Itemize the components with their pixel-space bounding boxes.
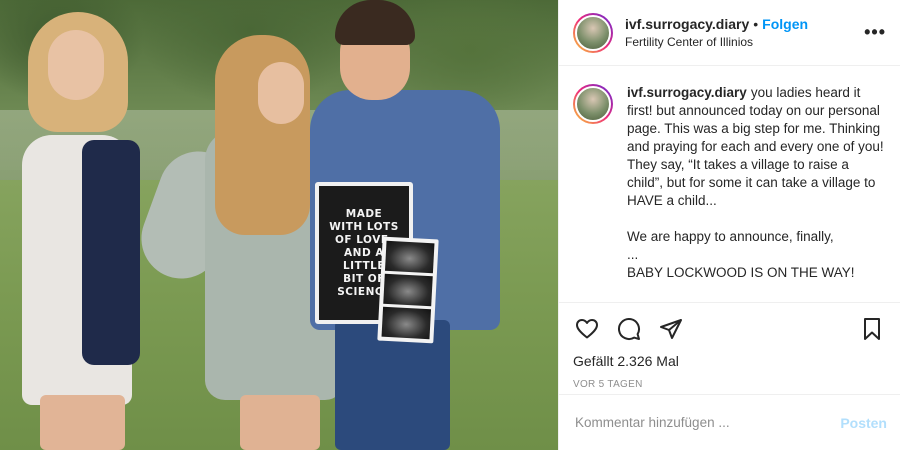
- avatar-image: [575, 14, 611, 51]
- comment-box: Posten: [559, 394, 900, 450]
- actions-section: Gefällt 2.326 Mal VOR 5 TAGEN: [559, 302, 900, 390]
- person-left-cardigan: [82, 140, 140, 365]
- post-photo[interactable]: MADE WITH LOTS OF LOVE, AND A LITTLE BIT…: [0, 0, 558, 450]
- avatar[interactable]: [573, 12, 613, 53]
- board-line: WITH LOTS: [329, 220, 399, 233]
- header-text: ivf.surrogacy.diary • Folgen Fertility C…: [625, 16, 864, 49]
- board-line: BIT OF: [343, 272, 385, 285]
- separator-dot: •: [753, 16, 759, 32]
- caption-text: ivf.surrogacy.diary you ladies heard it f…: [627, 84, 886, 302]
- board-line: MADE: [345, 207, 383, 220]
- ultrasound-frame: [384, 240, 435, 274]
- person-left-face: [48, 30, 104, 100]
- more-options-icon[interactable]: •••: [864, 22, 886, 43]
- caption-username[interactable]: ivf.surrogacy.diary: [627, 85, 747, 100]
- person-middle-face: [258, 62, 304, 124]
- board-line: AND A: [344, 246, 384, 259]
- post-comment-button[interactable]: Posten: [840, 415, 887, 431]
- header-top: ivf.surrogacy.diary • Folgen: [625, 16, 864, 32]
- action-bar: [573, 313, 886, 345]
- post-sidebar: ivf.surrogacy.diary • Folgen Fertility C…: [558, 0, 900, 450]
- post-timestamp[interactable]: VOR 5 TAGEN: [573, 379, 886, 390]
- ultrasound-frame: [381, 306, 432, 340]
- post-header: ivf.surrogacy.diary • Folgen Fertility C…: [559, 0, 900, 66]
- avatar-image: [575, 86, 611, 122]
- username-link[interactable]: ivf.surrogacy.diary: [625, 16, 749, 32]
- comment-icon[interactable]: [615, 315, 643, 343]
- caption-avatar[interactable]: [573, 84, 613, 124]
- likes-count[interactable]: Gefällt 2.326 Mal: [573, 353, 886, 369]
- instagram-post: MADE WITH LOTS OF LOVE, AND A LITTLE BIT…: [0, 0, 900, 450]
- follow-button[interactable]: Folgen: [762, 16, 808, 32]
- ultrasound-strip: [377, 236, 439, 344]
- person-middle-hair: [215, 35, 310, 235]
- person-left-legs: [40, 395, 125, 450]
- heart-icon[interactable]: [573, 315, 601, 343]
- share-icon[interactable]: [657, 315, 685, 343]
- comments-area[interactable]: ivf.surrogacy.diary you ladies heard it f…: [559, 66, 900, 302]
- board-line: LITTLE: [342, 259, 386, 272]
- caption-body: you ladies heard it first! but announced…: [627, 85, 884, 280]
- ultrasound-frame: [383, 273, 433, 307]
- person-middle-legs: [240, 395, 320, 450]
- comment-input[interactable]: [575, 415, 841, 430]
- location-link[interactable]: Fertility Center of Illinios: [625, 35, 864, 49]
- bookmark-icon[interactable]: [858, 315, 886, 343]
